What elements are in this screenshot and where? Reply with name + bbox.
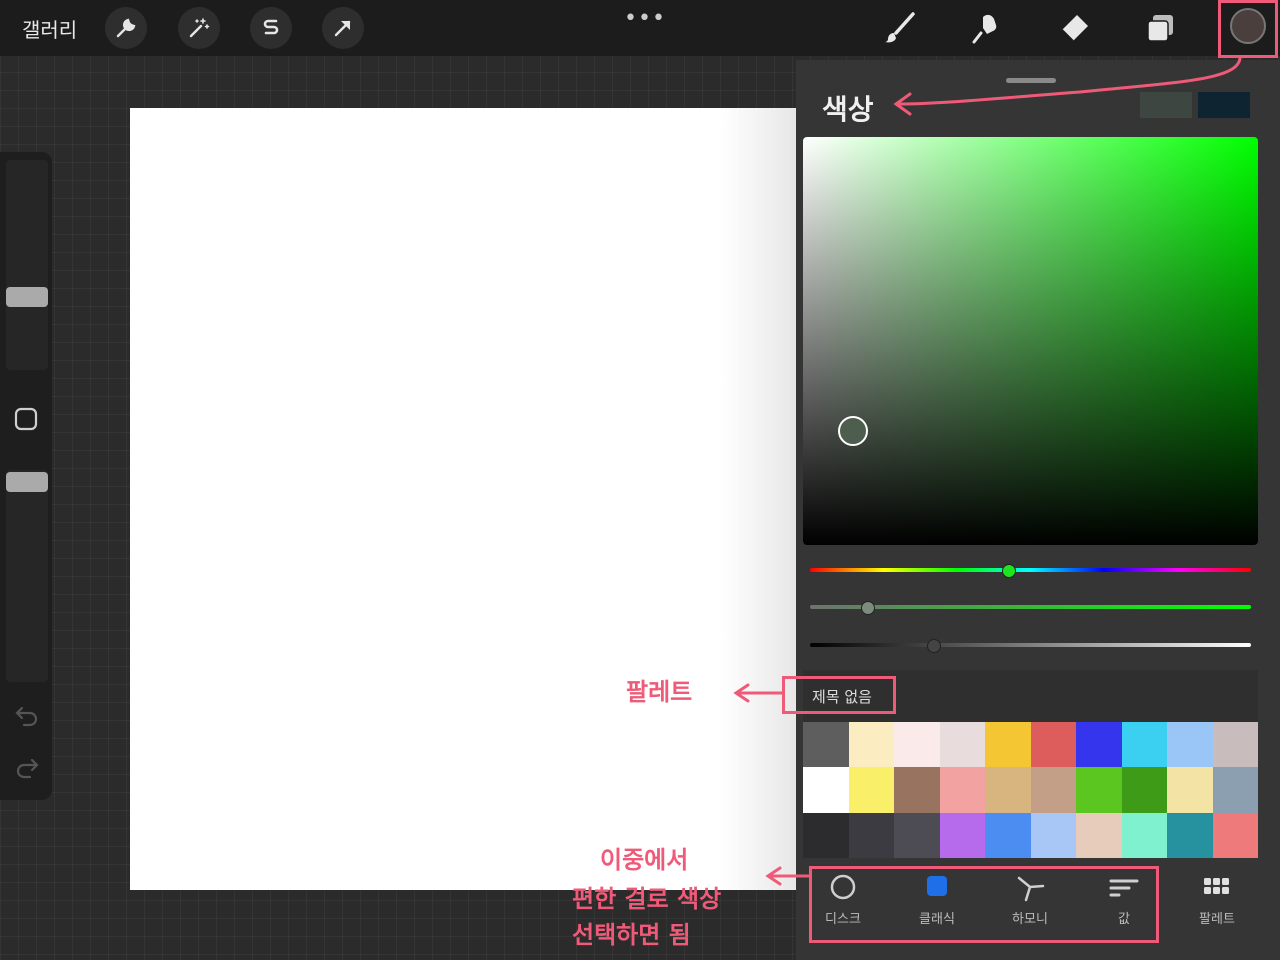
palette-swatch-grid: [803, 722, 1258, 858]
palette-swatch[interactable]: [1076, 767, 1122, 813]
palette-swatch[interactable]: [939, 722, 985, 768]
brush-opacity-slider[interactable]: [6, 470, 48, 682]
magic-wand-icon[interactable]: [178, 7, 220, 49]
hue-slider[interactable]: [810, 568, 1251, 572]
previous-color-swatch[interactable]: [1140, 92, 1192, 118]
palette-swatch[interactable]: [848, 767, 894, 813]
previous-color-swatch[interactable]: [1198, 92, 1250, 118]
modify-square-icon[interactable]: [13, 406, 39, 432]
annotation-mode-note-line1: 이중에서: [600, 846, 689, 874]
annotation-mode-note-line2: 편한 걸로 색상: [572, 885, 722, 913]
gallery-button[interactable]: 갤러리: [22, 14, 77, 43]
annotation-box-palette-name: [782, 676, 896, 714]
palette-swatch[interactable]: [1121, 722, 1167, 768]
palette-swatch[interactable]: [803, 722, 849, 768]
palette-swatch[interactable]: [1212, 722, 1258, 768]
brush-opacity-slider-thumb[interactable]: [6, 472, 48, 492]
palette-swatch[interactable]: [1030, 812, 1076, 858]
palette-swatch[interactable]: [848, 722, 894, 768]
palette-swatch[interactable]: [939, 812, 985, 858]
more-options-icon[interactable]: •••: [624, 6, 666, 31]
annotation-box-mode-tabs: [809, 866, 1159, 943]
annotation-box-color-button: [1218, 0, 1278, 58]
palette-swatch[interactable]: [1030, 722, 1076, 768]
brush-size-slider-thumb[interactable]: [6, 287, 48, 307]
selection-s-icon[interactable]: [250, 7, 292, 49]
panel-grabber[interactable]: [1006, 78, 1056, 83]
left-sidebar: [0, 152, 52, 800]
smudge-icon[interactable]: [968, 10, 1004, 46]
undo-icon[interactable]: [14, 702, 40, 728]
top-toolbar: 갤러리 •••: [0, 0, 1280, 56]
palette-swatch[interactable]: [985, 812, 1031, 858]
palette-swatch[interactable]: [1121, 767, 1167, 813]
palette-swatch[interactable]: [1076, 722, 1122, 768]
annotation-mode-note-line3: 선택하면 됨: [572, 921, 691, 949]
palette-swatch[interactable]: [848, 812, 894, 858]
palette-swatch[interactable]: [1121, 812, 1167, 858]
saturation-brightness-picker[interactable]: [803, 137, 1258, 545]
tab-label: 팔레트: [1199, 912, 1235, 927]
palette-swatch[interactable]: [803, 812, 849, 858]
tab-palette[interactable]: 팔레트: [1172, 872, 1262, 932]
eraser-icon[interactable]: [1056, 10, 1092, 46]
palette-swatch[interactable]: [1212, 812, 1258, 858]
brush-size-slider[interactable]: [6, 160, 48, 370]
drawing-canvas[interactable]: [130, 108, 800, 890]
palette-swatch[interactable]: [985, 722, 1031, 768]
palette-swatch[interactable]: [894, 722, 940, 768]
palette-swatch[interactable]: [1167, 767, 1213, 813]
redo-icon[interactable]: [14, 754, 40, 780]
brush-icon[interactable]: [882, 10, 918, 46]
palette-swatch[interactable]: [1167, 722, 1213, 768]
palette-swatch[interactable]: [1030, 767, 1076, 813]
palette-swatch[interactable]: [985, 767, 1031, 813]
palette-swatch[interactable]: [894, 767, 940, 813]
palette-swatch[interactable]: [1212, 767, 1258, 813]
palette-swatch[interactable]: [1076, 812, 1122, 858]
palette-swatch[interactable]: [1167, 812, 1213, 858]
color-picker-cursor[interactable]: [838, 416, 868, 446]
palette-swatch[interactable]: [803, 767, 849, 813]
palette-grid-icon: [1202, 872, 1232, 902]
palette-swatch[interactable]: [894, 812, 940, 858]
wrench-icon[interactable]: [105, 7, 147, 49]
arrow-transform-icon[interactable]: [322, 7, 364, 49]
color-panel-title: 색상: [822, 93, 874, 126]
palette-swatch[interactable]: [939, 767, 985, 813]
saturation-slider[interactable]: [810, 605, 1251, 609]
brightness-slider[interactable]: [810, 643, 1251, 647]
layers-icon[interactable]: [1143, 10, 1179, 46]
annotation-palette-note: 팔레트: [626, 678, 693, 706]
